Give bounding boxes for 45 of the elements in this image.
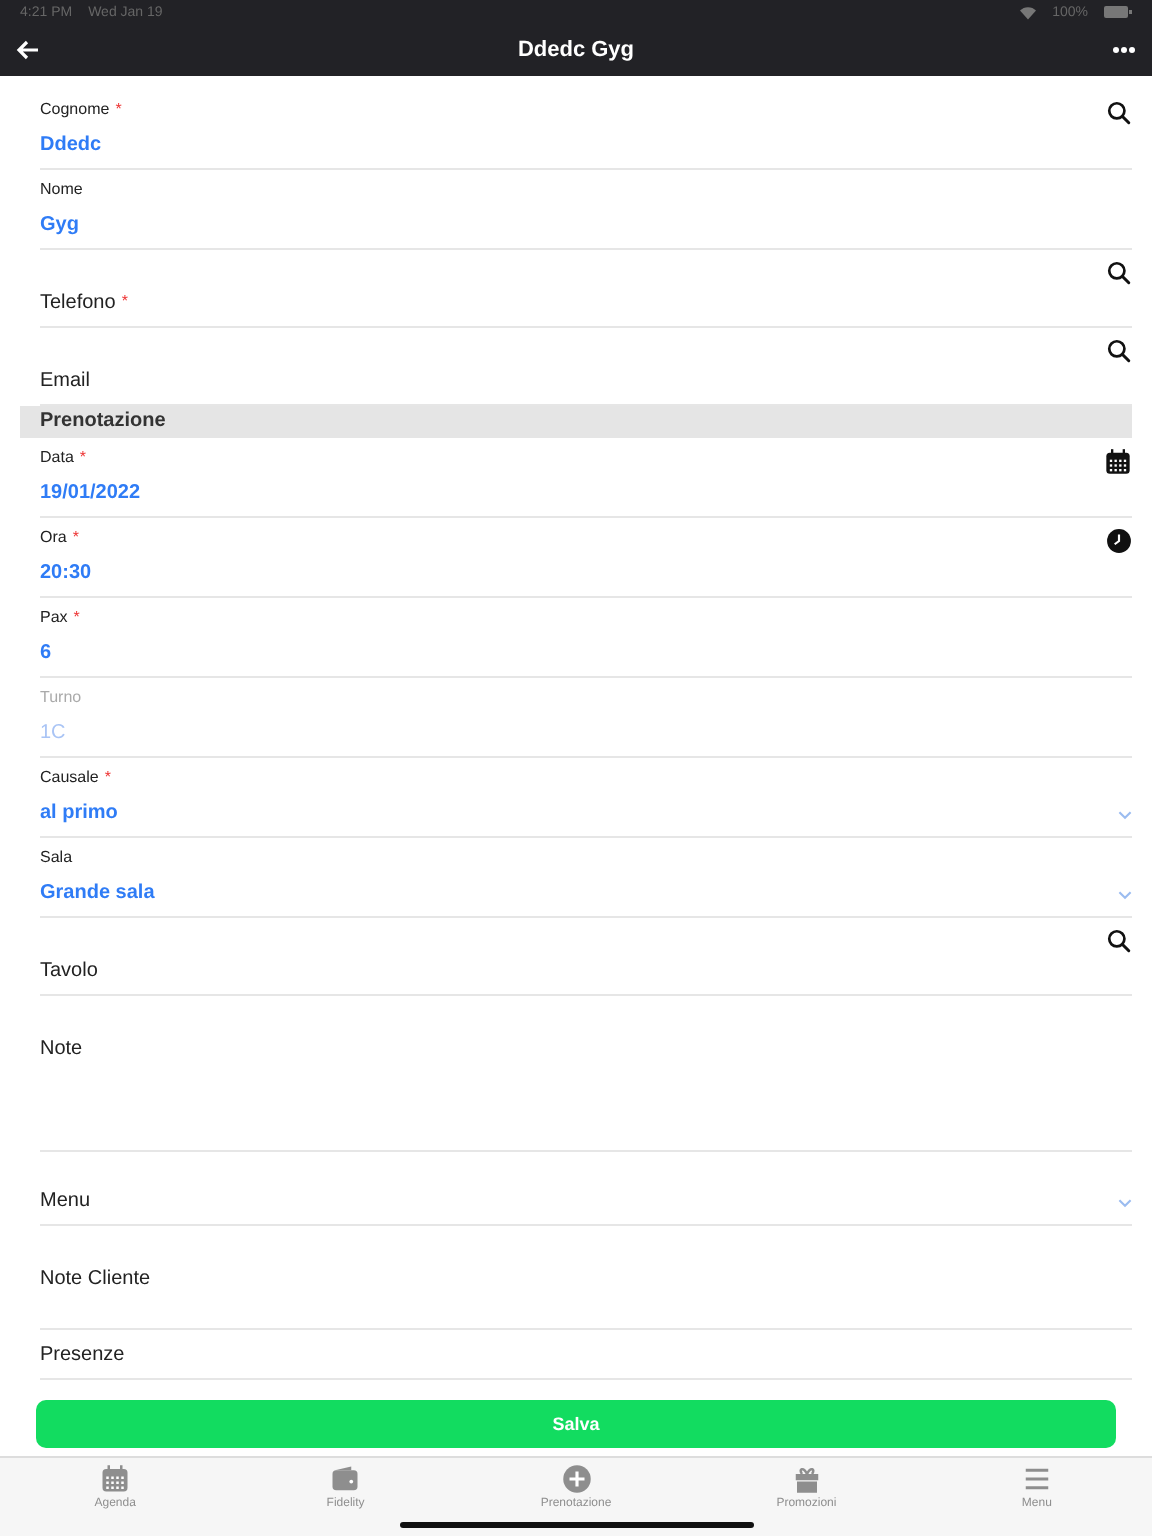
search-icon[interactable] [1106, 99, 1132, 126]
field-value[interactable]: Gyg [40, 213, 79, 236]
calendar-icon[interactable] [1104, 447, 1132, 476]
back-arrow-icon[interactable] [16, 39, 40, 60]
required-mark: * [73, 607, 80, 626]
required-mark: * [115, 99, 122, 118]
field-value[interactable]: Grande sala [40, 881, 155, 904]
field-label: Pax [40, 607, 68, 626]
field-label: Note Cliente [40, 1267, 151, 1290]
field-label: Ora [40, 527, 67, 546]
field-label: Nome [40, 179, 83, 198]
section-header: Prenotazione [20, 405, 1132, 438]
gift-icon [791, 1464, 822, 1495]
required-mark: * [121, 291, 128, 310]
search-icon[interactable] [1106, 259, 1132, 286]
wifi-icon [1020, 5, 1037, 19]
field-label: Cognome [40, 99, 110, 118]
field-label: Email [40, 369, 91, 392]
calendar-icon [100, 1464, 131, 1495]
field-value[interactable]: 6 [40, 641, 52, 664]
field-label: Note [40, 1037, 83, 1060]
search-icon[interactable] [1106, 337, 1132, 364]
field-label: Data [40, 447, 74, 466]
field-value[interactable]: 20:30 [40, 561, 92, 584]
search-icon[interactable] [1106, 927, 1132, 954]
field-label: Causale [40, 767, 99, 786]
field-value[interactable]: Ddedc [40, 133, 102, 156]
nav-title: Ddedc Gyg [517, 37, 635, 62]
field-label: Menu [40, 1189, 91, 1212]
field-label: Turno [40, 687, 82, 706]
add-icon [561, 1464, 591, 1495]
menu-icon [1021, 1464, 1052, 1495]
wallet-icon [330, 1464, 361, 1495]
required-mark: * [104, 767, 111, 786]
required-mark: * [72, 527, 79, 546]
battery-icon [1104, 6, 1132, 18]
field-label: Presenze [40, 1343, 125, 1366]
field-label: Tavolo [40, 959, 98, 982]
field-value[interactable]: 19/01/2022 [40, 481, 141, 504]
required-mark: * [79, 447, 87, 466]
field-value[interactable]: al primo [40, 801, 118, 824]
clock-icon[interactable] [1106, 527, 1132, 554]
field-label: Sala [40, 847, 73, 866]
more-icon[interactable] [1111, 45, 1136, 54]
field-label: Telefono [40, 291, 116, 314]
